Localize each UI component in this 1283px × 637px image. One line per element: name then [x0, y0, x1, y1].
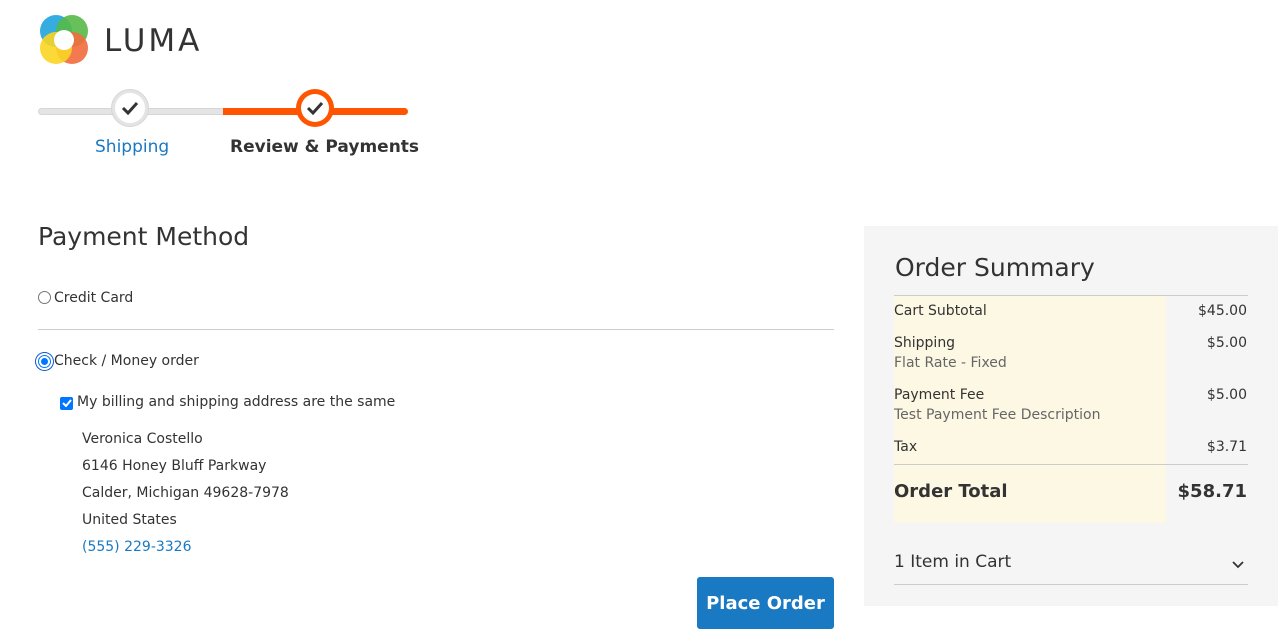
billing-same-checkbox[interactable] — [60, 396, 73, 410]
address-phone-link[interactable]: (555) 229-3326 — [82, 534, 289, 561]
chevron-down-icon[interactable] — [1232, 554, 1244, 574]
check-money-order-label[interactable]: Check / Money order — [54, 353, 199, 369]
shipping-label: Shipping — [894, 335, 956, 351]
items-in-cart-toggle[interactable]: 1 Item in Cart — [894, 552, 1248, 585]
tax-value: $3.71 — [1206, 439, 1247, 455]
subtotal-value: $45.00 — [1198, 303, 1247, 319]
order-total-label: Order Total — [894, 481, 1008, 502]
totals-top-divider — [894, 295, 1248, 296]
step-shipping-marker[interactable] — [111, 89, 149, 127]
payment-fee-value: $5.00 — [1206, 387, 1247, 403]
order-summary-title: Order Summary — [895, 253, 1095, 282]
checkout-progress-bar: Shipping Review & Payments — [38, 88, 419, 168]
checkmark-icon — [306, 101, 324, 115]
payment-fee-description: Test Payment Fee Description — [894, 407, 1101, 423]
payment-divider — [38, 329, 834, 330]
step-review-payments-marker — [296, 89, 334, 127]
tax-label: Tax — [894, 439, 918, 455]
shipping-method: Flat Rate - Fixed — [894, 355, 1007, 371]
subtotal-label: Cart Subtotal — [894, 303, 987, 319]
order-total-value: $58.71 — [1177, 481, 1247, 502]
address-name: Veronica Costello — [82, 431, 203, 447]
shipping-value: $5.00 — [1206, 335, 1247, 351]
address-street: 6146 Honey Bluff Parkway — [82, 458, 267, 474]
luma-logo-icon — [38, 14, 90, 66]
address-country: United States — [82, 512, 177, 528]
payment-option-credit-card[interactable]: Credit Card — [38, 290, 133, 306]
checkmark-icon — [61, 399, 72, 407]
step-shipping-link[interactable]: Shipping — [95, 137, 169, 157]
credit-card-label[interactable]: Credit Card — [54, 290, 133, 306]
payment-option-check-money-order[interactable]: Check / Money order — [38, 353, 199, 369]
check-money-order-radio[interactable] — [38, 354, 51, 368]
address-city-line: Calder, Michigan 49628-7978 — [82, 485, 289, 501]
totals-divider — [894, 464, 1248, 465]
step-review-payments-label: Review & Payments — [230, 137, 420, 157]
order-summary-panel: Order Summary Cart Subtotal $45.00 Shipp… — [864, 226, 1278, 606]
brand-name: LUMA — [104, 22, 203, 59]
items-in-cart-label[interactable]: 1 Item in Cart — [894, 552, 1011, 572]
luma-logo[interactable]: LUMA — [38, 14, 202, 66]
billing-address: Veronica Costello 6146 Honey Bluff Parkw… — [82, 426, 289, 561]
billing-same-as-shipping[interactable]: My billing and shipping address are the … — [60, 394, 395, 410]
checkmark-icon — [121, 101, 139, 115]
billing-same-label[interactable]: My billing and shipping address are the … — [77, 394, 395, 410]
credit-card-radio[interactable] — [38, 291, 51, 304]
payment-fee-label: Payment Fee — [894, 387, 985, 403]
place-order-button[interactable]: Place Order — [697, 577, 834, 629]
payment-method-title: Payment Method — [38, 222, 250, 251]
